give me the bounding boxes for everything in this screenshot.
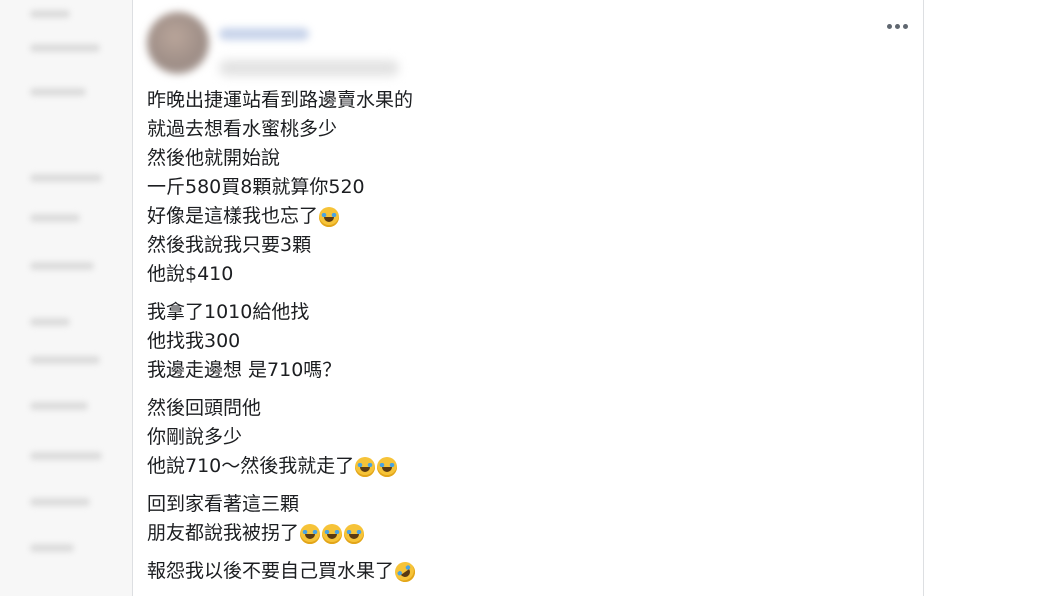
blurred-text	[30, 402, 88, 410]
post-line: 你剛說多少	[147, 423, 907, 452]
face-with-tears-of-joy-icon	[344, 523, 365, 544]
post-line: 好像是這樣我也忘了	[147, 202, 907, 231]
blurred-text	[30, 174, 102, 182]
face-with-tears-of-joy-icon	[355, 456, 376, 477]
background-right	[926, 0, 1060, 596]
post-line: 朋友都說我被拐了	[147, 519, 907, 548]
post-line: 一斤580買8顆就算你520	[147, 173, 907, 202]
post-paragraph: 報怨我以後不要自己買水果了	[147, 557, 907, 586]
blurred-text	[30, 88, 86, 96]
blurred-text	[30, 44, 100, 52]
post-line: 就過去想看水蜜桃多少	[147, 115, 907, 144]
dot-icon	[894, 23, 900, 29]
post-line-text: 他說710～然後我就走了	[147, 455, 355, 477]
blurred-text	[30, 498, 90, 506]
dot-icon	[886, 23, 892, 29]
face-with-tears-of-joy-icon	[319, 206, 340, 227]
post-line: 然後回頭問他	[147, 394, 907, 423]
post-line-text: 你剛說多少	[147, 426, 243, 448]
post-text: 昨晚出捷運站看到路邊賣水果的 就過去想看水蜜桃多少 然後他就開始說一斤580買8顆就…	[147, 86, 907, 595]
post-line: 報怨我以後不要自己買水果了	[147, 557, 907, 586]
face-with-tears-of-joy-icon	[377, 456, 398, 477]
more-options-button[interactable]	[879, 14, 915, 38]
blurred-text	[30, 214, 80, 222]
post-paragraph: 我拿了1010給他找 他找我300 我邊走邊想 是710嗎？	[147, 298, 907, 385]
post-line: 然後他就開始說	[147, 144, 907, 173]
post-card: 昨晚出捷運站看到路邊賣水果的 就過去想看水蜜桃多少 然後他就開始說一斤580買8顆就…	[132, 0, 924, 596]
post-line-text: 就過去想看水蜜桃多少	[147, 118, 338, 140]
face-with-tears-of-joy-icon	[322, 523, 343, 544]
post-line: 然後我說我只要3顆	[147, 231, 907, 260]
blurred-text	[30, 10, 70, 18]
background-feed	[0, 0, 132, 596]
post-line: 我邊走邊想 是710嗎？	[147, 356, 907, 385]
post-paragraph: 昨晚出捷運站看到路邊賣水果的 就過去想看水蜜桃多少 然後他就開始說一斤580買8顆就…	[147, 86, 907, 289]
author-name[interactable]	[219, 28, 309, 40]
post-line: 我拿了1010給他找	[147, 298, 907, 327]
post-line-text: 回到家看著這三顆	[147, 493, 300, 515]
post-line: 他說$410	[147, 260, 907, 289]
post-paragraph: 然後回頭問他 你剛說多少他說710～然後我就走了	[147, 394, 907, 481]
blurred-text	[30, 452, 102, 460]
dot-icon	[902, 23, 908, 29]
post-paragraph: 回到家看著這三顆 朋友都說我被拐了	[147, 490, 907, 548]
blurred-text	[30, 356, 100, 364]
post-line-text: 然後他就開始說	[147, 147, 281, 169]
post-line-text: 報怨我以後不要自己買水果了	[147, 560, 395, 582]
post-line-text: 他說$410	[147, 263, 234, 285]
post-line-text: 昨晚出捷運站看到路邊賣水果的	[147, 89, 414, 111]
post-line-text: 好像是這樣我也忘了	[147, 205, 319, 227]
blurred-text	[30, 318, 70, 326]
post-line-text: 我拿了1010給他找	[147, 301, 310, 323]
blurred-text	[30, 544, 74, 552]
post-line: 他找我300	[147, 327, 907, 356]
post-line-text: 朋友都說我被拐了	[147, 522, 300, 544]
post-line-text: 然後我說我只要3顆	[147, 234, 312, 256]
post-meta	[219, 60, 399, 76]
post-line: 他說710～然後我就走了	[147, 452, 907, 481]
avatar[interactable]	[147, 12, 209, 74]
rolling-on-the-floor-laughing-icon	[391, 557, 419, 586]
post-line-text: 一斤580買8顆就算你520	[147, 176, 365, 198]
post-line-text: 然後回頭問他	[147, 397, 262, 419]
post-line-text: 他找我300	[147, 330, 241, 352]
blurred-text	[30, 262, 94, 270]
post-line: 昨晚出捷運站看到路邊賣水果的	[147, 86, 907, 115]
face-with-tears-of-joy-icon	[300, 523, 321, 544]
post-line: 回到家看著這三顆	[147, 490, 907, 519]
post-line-text: 我邊走邊想 是710嗎？	[147, 359, 342, 381]
